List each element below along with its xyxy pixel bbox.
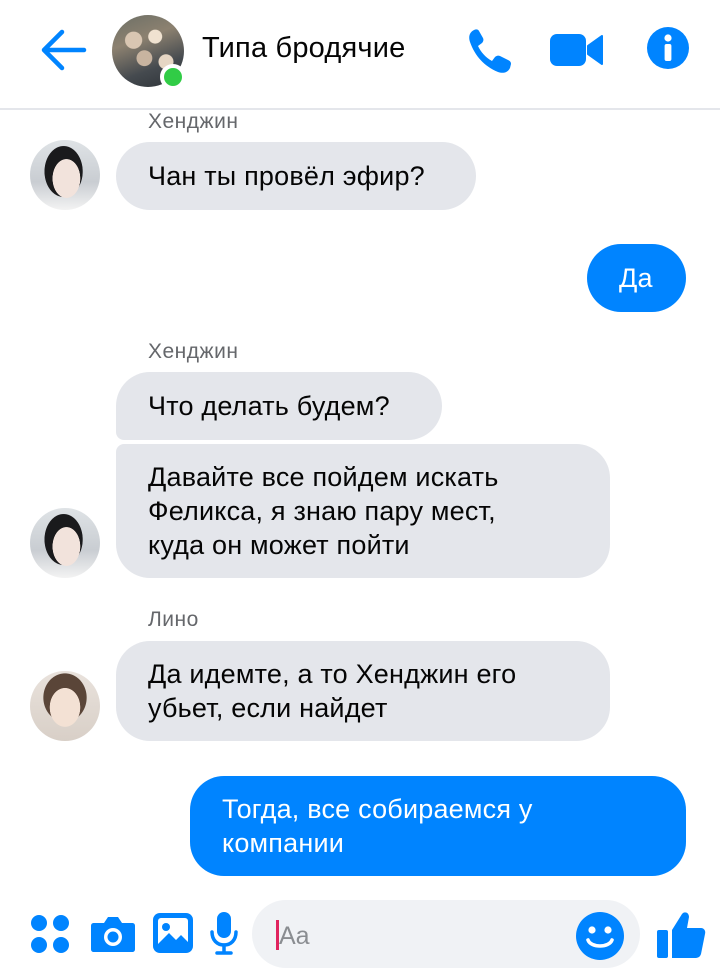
sender-name: Лино xyxy=(148,608,199,631)
image-icon[interactable] xyxy=(151,911,195,955)
message-line: Давайте все пойдем искать xyxy=(148,462,499,492)
message-input-placeholder: Aa xyxy=(279,922,310,950)
message-bubble-incoming[interactable]: Что делать будем? xyxy=(116,372,442,440)
four-dots-icon[interactable] xyxy=(30,914,70,954)
message-text: Что делать будем? xyxy=(148,391,390,421)
sender-name: Хенджин xyxy=(148,110,239,133)
message-bubble-incoming[interactable]: Давайте все пойдем искать Феликса, я зна… xyxy=(116,444,610,578)
message-line: Феликса, я знаю пару мест, xyxy=(148,496,496,526)
message-line: куда он может пойти xyxy=(148,530,410,560)
message-bubble-incoming[interactable]: Чан ты провёл эфир? xyxy=(116,142,476,210)
microphone-icon[interactable] xyxy=(209,910,239,956)
info-icon[interactable] xyxy=(646,26,690,70)
message-line: убьет, если найдет xyxy=(148,693,388,723)
camera-icon[interactable] xyxy=(90,913,136,953)
chat-header: Типа бродячие xyxy=(0,0,720,110)
sender-name: Хенджин xyxy=(148,340,239,363)
message-bubble-outgoing[interactable]: Тогда, все собираемся у компании xyxy=(190,776,686,876)
chat-title[interactable]: Типа бродячие xyxy=(202,32,405,65)
message-bubble-incoming[interactable]: Да идемте, а то Хенджин его убьет, если … xyxy=(116,641,610,741)
message-text: Чан ты провёл эфир? xyxy=(148,161,425,191)
phone-icon[interactable] xyxy=(466,26,514,76)
message-line: Да идемте, а то Хенджин его xyxy=(148,659,517,689)
message-line: компании xyxy=(222,828,345,858)
online-status-dot xyxy=(160,64,186,90)
emoji-icon[interactable] xyxy=(575,911,625,961)
message-line: Тогда, все собираемся у xyxy=(222,794,533,824)
avatar[interactable] xyxy=(30,508,100,578)
thumbs-up-icon[interactable] xyxy=(655,908,707,960)
message-bubble-outgoing[interactable]: Да xyxy=(587,244,686,312)
video-camera-icon[interactable] xyxy=(548,30,604,70)
message-text: Да xyxy=(619,263,653,293)
avatar[interactable] xyxy=(30,140,100,210)
arrow-left-icon[interactable] xyxy=(38,28,88,72)
avatar[interactable] xyxy=(30,671,100,741)
